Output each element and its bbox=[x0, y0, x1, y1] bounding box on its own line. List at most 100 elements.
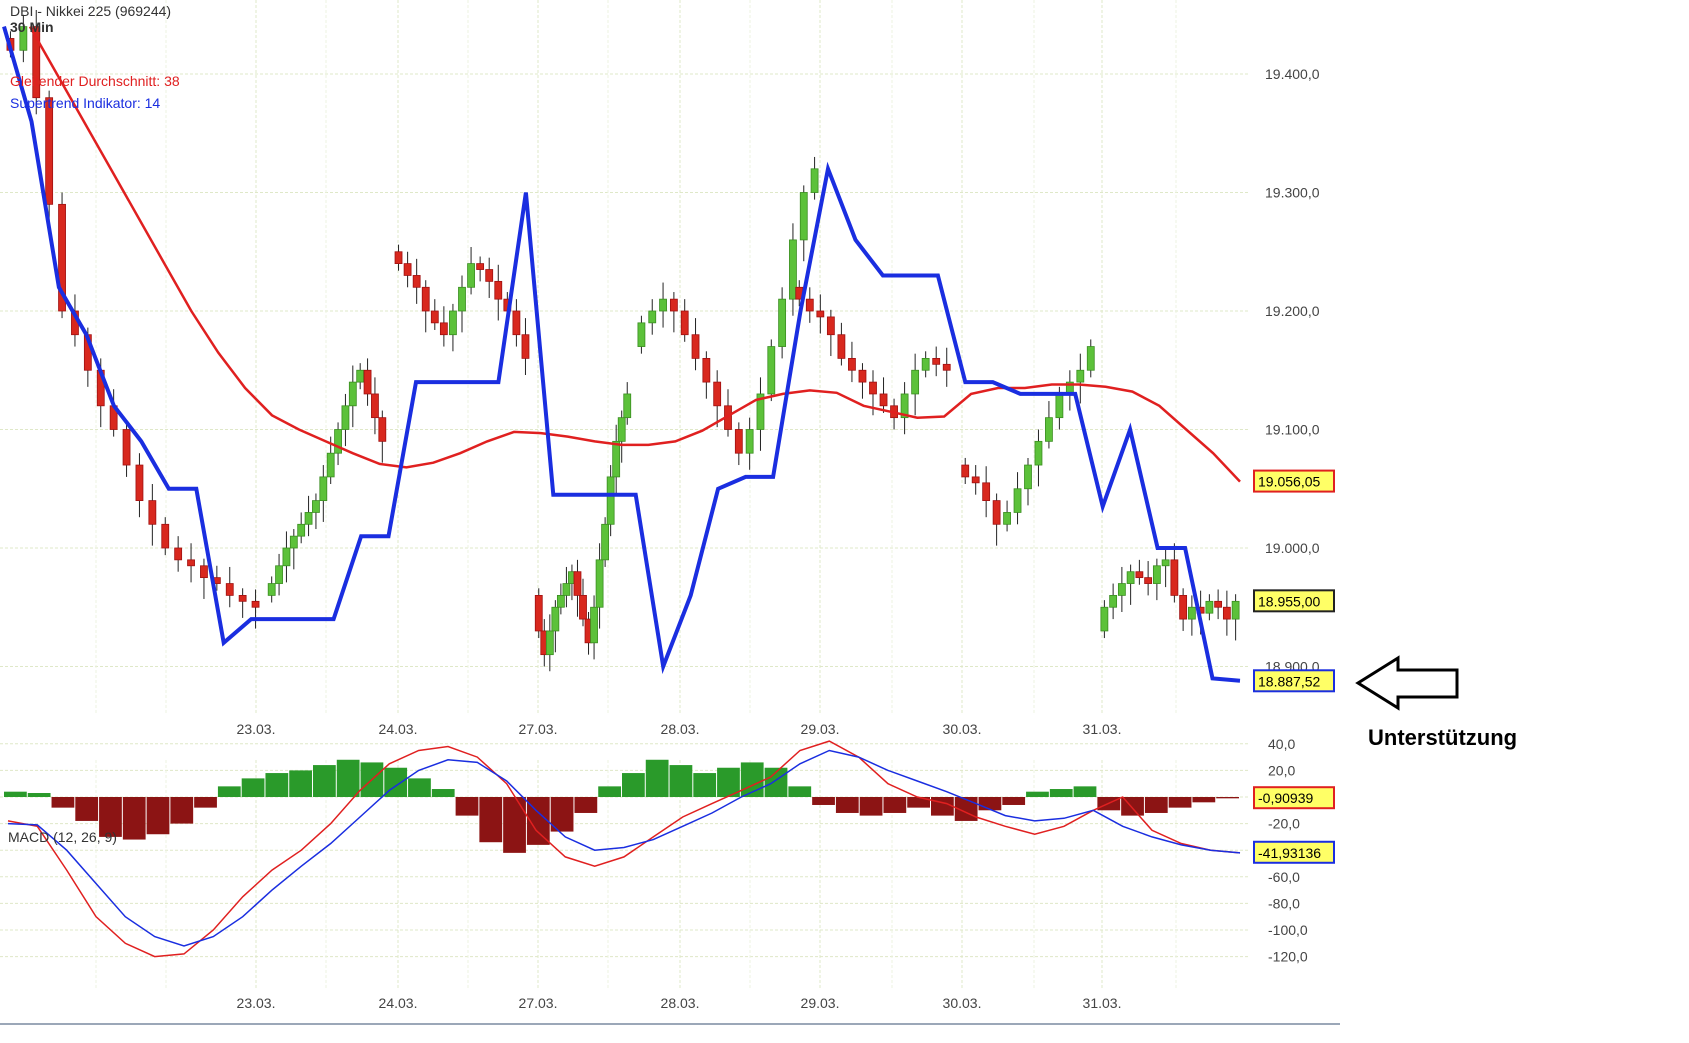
candle-up bbox=[912, 370, 919, 394]
histogram-bar-negative bbox=[456, 797, 479, 816]
candle-down bbox=[149, 501, 156, 525]
histogram-bar-positive bbox=[313, 765, 336, 797]
candle-down bbox=[364, 370, 371, 394]
candle-up bbox=[779, 299, 786, 346]
macd-date-label: 31.03. bbox=[1083, 995, 1122, 1011]
histogram-bar-negative bbox=[1002, 797, 1025, 805]
candle-up bbox=[624, 394, 631, 418]
candle-down bbox=[848, 358, 855, 370]
macd-tick-label: -120,0 bbox=[1268, 949, 1308, 965]
macd-tick-label: -60,0 bbox=[1268, 869, 1300, 885]
candle-down bbox=[943, 364, 950, 370]
support-label: Unterstützung bbox=[1368, 725, 1517, 750]
histogram-bar-positive bbox=[598, 786, 621, 797]
candle-up bbox=[1087, 347, 1094, 371]
candle-up bbox=[468, 264, 475, 288]
candle-down bbox=[1223, 607, 1230, 619]
histogram-bar-positive bbox=[289, 770, 312, 797]
last-value-tag-label: -0,90939 bbox=[1258, 790, 1313, 806]
candle-up bbox=[1035, 441, 1042, 465]
candle-down bbox=[962, 465, 969, 477]
histogram-bar-positive bbox=[337, 760, 360, 797]
candle-up bbox=[1118, 584, 1125, 596]
macd-tick-label: -80,0 bbox=[1268, 895, 1300, 911]
candle-down bbox=[371, 394, 378, 418]
candle-down bbox=[431, 311, 438, 323]
candle-down bbox=[188, 560, 195, 566]
histogram-bar-positive bbox=[432, 789, 455, 797]
candle-down bbox=[404, 264, 411, 276]
candle-up bbox=[1045, 418, 1052, 442]
candle-down bbox=[735, 430, 742, 454]
candle-down bbox=[513, 311, 520, 335]
candle-down bbox=[395, 252, 402, 264]
candle-up bbox=[746, 430, 753, 454]
candle-up bbox=[335, 430, 342, 454]
histogram-bar-negative bbox=[883, 797, 906, 813]
candle-down bbox=[703, 358, 710, 382]
histogram-bar-positive bbox=[646, 760, 669, 797]
candle-up bbox=[618, 418, 625, 442]
candle-down bbox=[422, 287, 429, 311]
candle-down bbox=[1145, 578, 1152, 584]
candle-up bbox=[800, 193, 807, 240]
candle-down bbox=[495, 281, 502, 299]
macd-date-label: 24.03. bbox=[379, 995, 418, 1011]
histogram-bar-negative bbox=[147, 797, 170, 834]
candle-up bbox=[449, 311, 456, 335]
candle-up bbox=[357, 370, 364, 382]
price-tick-label: 19.200,0 bbox=[1265, 303, 1320, 319]
candle-down bbox=[859, 370, 866, 382]
macd-title: MACD (12, 26, 9) bbox=[8, 829, 117, 845]
candle-up bbox=[1004, 512, 1011, 524]
chart-title: DBI - Nikkei 225 (969244) bbox=[10, 3, 171, 19]
candles bbox=[7, 10, 1239, 671]
candle-up bbox=[1110, 595, 1117, 607]
candle-up bbox=[276, 566, 283, 584]
histogram-bar-negative bbox=[75, 797, 98, 821]
candle-up bbox=[613, 441, 620, 477]
candle-down bbox=[681, 311, 688, 335]
candle-down bbox=[670, 299, 677, 311]
histogram-bar-negative bbox=[123, 797, 146, 840]
histogram-bar-negative bbox=[979, 797, 1002, 810]
candle-up bbox=[1077, 370, 1084, 382]
histogram-bar-positive bbox=[693, 773, 716, 797]
candle-down bbox=[580, 595, 587, 619]
candle-down bbox=[933, 358, 940, 364]
candle-up bbox=[312, 501, 319, 513]
candle-up bbox=[268, 584, 275, 596]
histogram-bar-positive bbox=[1050, 789, 1073, 797]
candle-down bbox=[239, 595, 246, 601]
candle-up bbox=[1014, 489, 1021, 513]
candle-up bbox=[638, 323, 645, 347]
candle-down bbox=[574, 572, 581, 596]
histogram-bar-positive bbox=[622, 773, 645, 797]
candle-up bbox=[1101, 607, 1108, 631]
price-date-label: 30.03. bbox=[943, 721, 982, 737]
candle-up bbox=[811, 169, 818, 193]
macd-date-label: 29.03. bbox=[801, 995, 840, 1011]
price-tick-label: 19.000,0 bbox=[1265, 540, 1320, 556]
candle-down bbox=[817, 311, 824, 317]
candle-down bbox=[136, 465, 143, 501]
candle-up bbox=[349, 382, 356, 406]
candle-down bbox=[1180, 595, 1187, 619]
candle-up bbox=[607, 477, 614, 524]
candle-up bbox=[660, 299, 667, 311]
candle-up bbox=[1153, 566, 1160, 584]
histogram-bar-negative bbox=[812, 797, 835, 805]
candle-down bbox=[692, 335, 699, 359]
candle-down bbox=[522, 335, 529, 359]
price-date-label: 24.03. bbox=[379, 721, 418, 737]
candle-down bbox=[714, 382, 721, 406]
price-tick-label: 19.100,0 bbox=[1265, 422, 1320, 438]
candle-down bbox=[535, 595, 542, 631]
candle-up bbox=[1162, 560, 1169, 566]
histogram-bar-negative bbox=[1192, 797, 1215, 802]
macd-date-label: 23.03. bbox=[237, 995, 276, 1011]
candle-down bbox=[972, 477, 979, 483]
candle-down bbox=[200, 566, 207, 578]
candle-up bbox=[1206, 601, 1213, 613]
support-arrow-icon bbox=[1358, 658, 1457, 708]
